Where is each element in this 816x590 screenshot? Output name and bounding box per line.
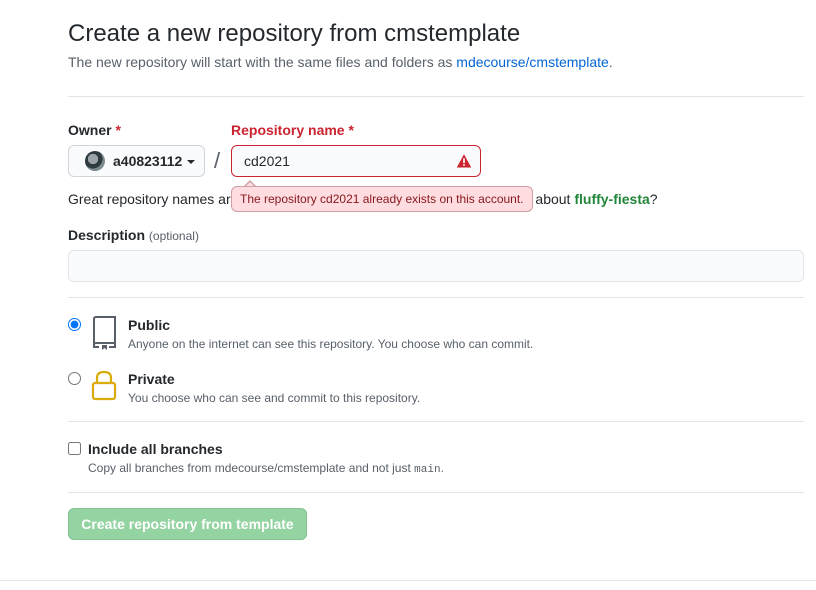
include-branches-title: Include all branches — [88, 441, 223, 457]
private-radio[interactable] — [68, 372, 81, 385]
owner-repo-separator: / — [214, 148, 221, 173]
hint-middle: about — [535, 191, 575, 207]
owner-label-text: Owner — [68, 122, 112, 138]
repo-name-required-mark: * — [348, 122, 354, 138]
repo-exists-error-tooltip: The repository cd2021 already exists on … — [231, 186, 533, 212]
branches-desc-suffix: . — [440, 461, 444, 475]
owner-required-mark: * — [115, 122, 121, 138]
visibility-divider — [68, 421, 804, 422]
page-subtitle: The new repository will start with the s… — [68, 54, 613, 70]
description-divider — [68, 297, 804, 298]
chevron-down-icon — [187, 160, 196, 164]
public-radio[interactable] — [68, 318, 81, 331]
error-repo-name: cd2021 — [320, 192, 360, 206]
public-option-title: Public — [128, 317, 171, 333]
hint-prefix: Great repository names are — [68, 191, 239, 207]
subtitle-suffix: . — [608, 54, 613, 70]
public-option-description: Anyone on the internet can see this repo… — [128, 337, 534, 351]
repo-name-label-text: Repository name — [231, 122, 345, 138]
owner-name: a40823112 — [113, 153, 183, 169]
include-branches-description: Copy all branches from mdecourse/cmstemp… — [88, 461, 444, 476]
include-branches-checkbox[interactable] — [68, 442, 81, 455]
private-option-description: You choose who can see and commit to thi… — [128, 391, 421, 405]
page-title: Create a new repository from cmstemplate — [68, 20, 521, 47]
description-input[interactable] — [68, 250, 804, 282]
avatar — [85, 151, 105, 171]
owner-label: Owner * — [68, 122, 121, 138]
subtitle-prefix: The new repository will start with the s… — [68, 54, 457, 70]
optional-tag: (optional) — [148, 229, 199, 243]
suggested-repo-name[interactable]: fluffy-fiesta — [574, 191, 649, 207]
owner-dropdown[interactable]: a40823112 — [68, 145, 205, 177]
description-label: Description (optional) — [68, 227, 199, 243]
error-suffix: already exists on this account. — [359, 192, 524, 206]
template-repo-link[interactable]: mdecourse/cmstemplate — [456, 54, 609, 70]
private-option-title: Private — [128, 371, 175, 387]
repo-name-label: Repository name * — [231, 122, 354, 138]
header-divider — [68, 96, 804, 97]
description-label-text: Description — [68, 227, 146, 243]
page-bottom-divider — [0, 580, 816, 581]
branches-divider — [68, 492, 804, 493]
repo-name-input[interactable] — [231, 145, 481, 177]
hint-suffix: ? — [649, 191, 658, 207]
repo-book-icon — [93, 316, 116, 350]
branches-desc-prefix: Copy all branches from mdecourse/cmstemp… — [88, 461, 415, 475]
error-prefix: The repository — [240, 192, 321, 206]
default-branch-code: main — [414, 464, 441, 476]
lock-icon — [91, 370, 117, 401]
alert-triangle-icon — [456, 154, 472, 168]
create-repository-button[interactable]: Create repository from template — [68, 508, 307, 540]
